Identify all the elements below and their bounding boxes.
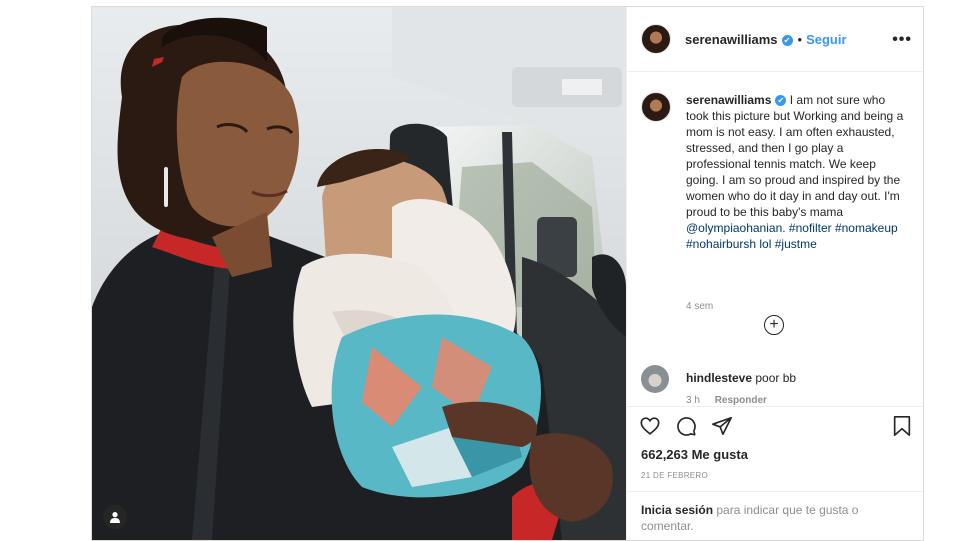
commenter-avatar[interactable] — [641, 365, 669, 393]
comment-time[interactable]: 3 h — [686, 395, 700, 406]
post-sidebar: serenawilliams ✔ • Seguir ••• serenawilli… — [626, 7, 923, 540]
caption-verified-icon: ✔ — [775, 95, 787, 107]
post-photo[interactable] — [92, 7, 626, 540]
bookmark-icon[interactable] — [892, 415, 912, 437]
action-icons — [639, 415, 733, 437]
caption-mention-link[interactable]: @olympiaohanian. — [686, 221, 786, 235]
post-actions: 662,263 Me gusta 21 DE FEBRERO Inicia se… — [627, 406, 923, 540]
photo-illustration — [92, 7, 626, 540]
verified-icon: ✔ — [781, 34, 793, 46]
heart-icon[interactable] — [639, 415, 661, 437]
caption-time[interactable]: 4 sem — [686, 301, 713, 312]
separator-dot: • — [797, 31, 803, 47]
instagram-post: serenawilliams ✔ • Seguir ••• serenawilli… — [91, 6, 924, 541]
avatar[interactable] — [641, 24, 671, 54]
comments-section: serenawilliams ✔ I am not sure who took t… — [627, 72, 923, 406]
login-prompt: Inicia sesión para indicar que te gusta … — [627, 491, 923, 540]
comment-text: hindlesteve poor bb — [686, 371, 796, 385]
user-tag-icon[interactable] — [103, 505, 127, 529]
post-date[interactable]: 21 DE FEBRERO — [641, 471, 708, 480]
reply-button[interactable]: Responder — [715, 395, 767, 406]
caption-username[interactable]: serenawilliams — [686, 93, 771, 107]
comment-meta: 3 h Responder — [686, 395, 767, 406]
comment-username[interactable]: hindlesteve — [686, 371, 752, 385]
follow-button[interactable]: Seguir — [806, 32, 846, 47]
comment-icon[interactable] — [675, 415, 697, 437]
comment-body: poor bb — [755, 371, 797, 385]
caption-text-block: serenawilliams ✔ I am not sure who took t… — [686, 92, 911, 252]
header-username[interactable]: serenawilliams ✔ — [685, 32, 793, 47]
load-more-comments-icon[interactable]: + — [764, 315, 784, 335]
header-username-text[interactable]: serenawilliams — [685, 32, 778, 47]
likes-count[interactable]: 662,263 Me gusta — [641, 447, 748, 462]
user-silhouette-icon — [110, 512, 120, 523]
caption-avatar[interactable] — [641, 92, 671, 122]
caption-body: I am not sure who took this picture but … — [686, 93, 904, 219]
share-icon[interactable] — [711, 415, 733, 437]
more-options-icon[interactable]: ••• — [892, 31, 912, 49]
login-prompt-text: Inicia sesión para indicar que te gusta … — [641, 502, 901, 534]
login-link[interactable]: Inicia sesión — [641, 503, 713, 517]
post-header: serenawilliams ✔ • Seguir ••• — [627, 7, 923, 72]
